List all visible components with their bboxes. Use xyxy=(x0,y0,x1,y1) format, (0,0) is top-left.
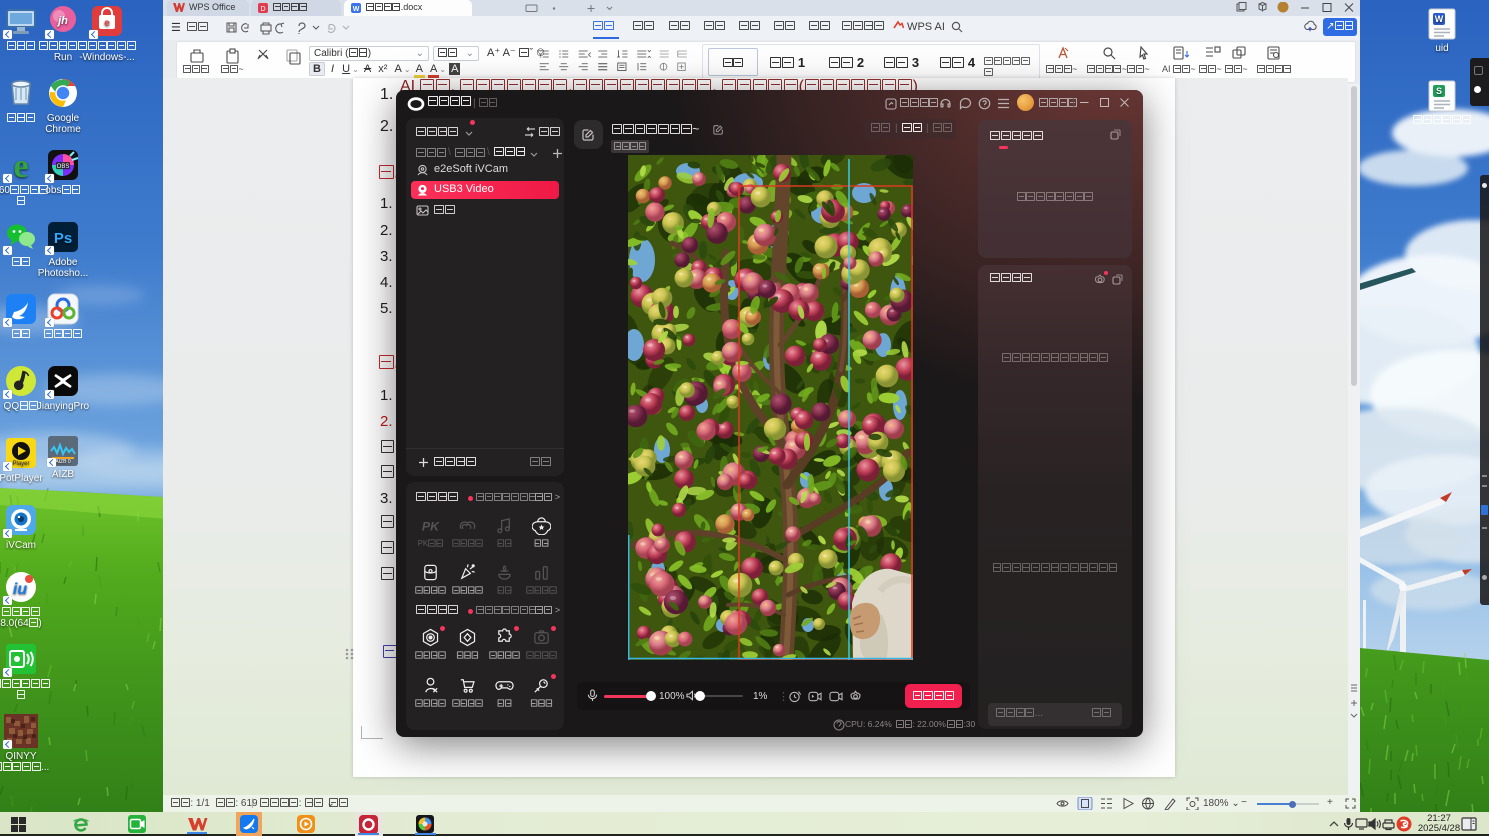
svg-text:PK: PK xyxy=(422,519,440,533)
svg-text:Ps: Ps xyxy=(54,230,72,247)
svg-text:OBS: OBS xyxy=(57,164,70,170)
svg-text:D: D xyxy=(260,6,265,13)
svg-text:e: e xyxy=(104,18,110,29)
svg-text:W: W xyxy=(353,6,360,13)
svg-text:S: S xyxy=(1436,86,1442,96)
svg-text:AIZB 0: AIZB 0 xyxy=(55,459,71,465)
svg-text:W: W xyxy=(1435,14,1444,24)
svg-text:jh: jh xyxy=(56,15,68,27)
svg-text:iu: iu xyxy=(13,581,27,598)
